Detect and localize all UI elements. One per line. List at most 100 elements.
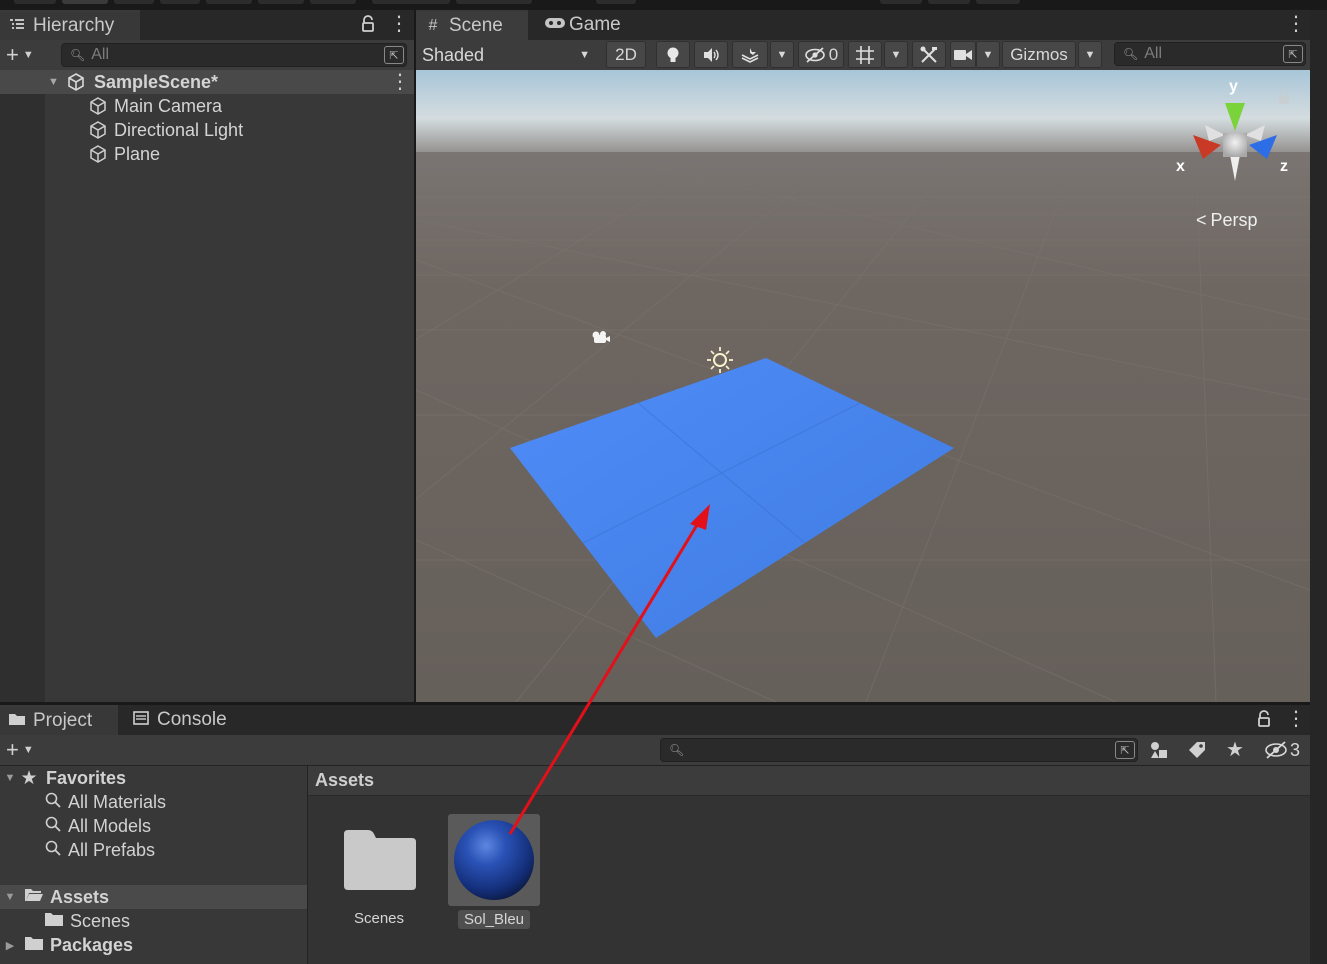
axis-z-label: z (1280, 158, 1288, 175)
hierarchy-scene-row[interactable]: ▼ SampleScene* ⋮ (0, 70, 414, 94)
editor-top-strip (0, 0, 1327, 10)
project-menu-icon[interactable]: ⋮ (1286, 709, 1306, 729)
gizmos-label: Gizmos (1010, 44, 1068, 64)
cube-icon (90, 97, 106, 115)
breadcrumb-assets[interactable]: Assets (315, 770, 374, 791)
assets-label: Assets (50, 886, 110, 907)
effects-toggle-button[interactable] (732, 41, 768, 68)
filter-by-label-icon[interactable] (1186, 739, 1210, 761)
hierarchy-item-main-camera[interactable]: Main Camera (0, 94, 414, 118)
lock-icon[interactable] (1256, 710, 1272, 728)
audio-toggle-button[interactable] (694, 41, 728, 68)
hierarchy-item-label: Plane (114, 143, 161, 164)
eye-slash-icon (804, 46, 825, 63)
assets-row[interactable]: ▼ Assets (0, 885, 307, 909)
expand-triangle-icon[interactable]: ▼ (2, 891, 18, 903)
tab-console[interactable]: Console (124, 705, 244, 735)
breadcrumb: Assets (308, 766, 1310, 796)
scene-search-input[interactable]: 🔍︎ All ⇱ (1114, 42, 1306, 66)
hidden-objects-toggle[interactable]: 0 (798, 41, 844, 68)
hidden-packages-toggle[interactable]: 3 (1264, 739, 1308, 761)
tab-scene[interactable]: # Scene (416, 10, 528, 40)
scene-viewport[interactable]: y x z < Persp (416, 70, 1310, 702)
scene-search-placeholder: All (1144, 45, 1163, 62)
hierarchy-tab-label: Hierarchy (33, 15, 115, 36)
hidden-count: 0 (828, 44, 839, 64)
favorites-item-all-prefabs[interactable]: All Prefabs (0, 838, 307, 862)
hierarchy-item-label: Directional Light (114, 119, 244, 140)
packages-row[interactable]: ▶ Packages (0, 933, 307, 957)
search-by-type-icon[interactable]: ⇱ (384, 46, 404, 64)
grid-toggle-button[interactable] (848, 41, 882, 68)
grid-dropdown-button[interactable]: ▼ (884, 41, 908, 68)
favorites-item-label: All Materials (68, 791, 167, 812)
hierarchy-list-icon (8, 17, 26, 35)
search-icon: 🔍︎ (70, 48, 86, 62)
projection-toggle[interactable]: < Persp (1196, 210, 1258, 231)
effects-dropdown-button[interactable]: ▼ (770, 41, 794, 68)
search-by-type-icon[interactable]: ⇱ (1283, 45, 1303, 63)
toggle-2d-label: 2D (615, 44, 637, 64)
camera-dropdown-button[interactable]: ▼ (976, 41, 1000, 68)
open-folder-icon (24, 887, 44, 908)
favorite-star-icon[interactable]: ★ (1226, 739, 1250, 761)
folder-icon (8, 712, 26, 730)
tab-hierarchy[interactable]: Hierarchy (0, 10, 140, 40)
chevron-down-icon: ▼ (22, 744, 34, 756)
hierarchy-search-input[interactable]: 🔍︎ All ⇱ (61, 43, 407, 67)
eye-slash-icon (1265, 741, 1287, 759)
collapse-triangle-icon[interactable]: ▶ (2, 939, 18, 952)
hierarchy-item-directional-light[interactable]: Directional Light (0, 118, 414, 142)
plus-icon: + (6, 42, 19, 67)
chevron-down-icon: ▼ (776, 48, 788, 61)
expand-triangle-icon[interactable]: ▼ (48, 76, 59, 88)
hierarchy-item-plane[interactable]: Plane (0, 142, 414, 166)
lock-icon[interactable] (360, 15, 376, 33)
lightbulb-icon (667, 47, 679, 62)
favorites-item-all-materials[interactable]: All Materials (0, 790, 307, 814)
tools-icon (920, 46, 937, 63)
right-edge-strip (1310, 10, 1327, 964)
scene-menu-icon[interactable]: ⋮ (390, 72, 410, 92)
create-button[interactable]: + ▼ (6, 42, 46, 67)
asset-item-scenes[interactable]: Scenes (338, 826, 420, 927)
star-icon: ★ (20, 767, 38, 789)
assets-child-scenes[interactable]: Scenes (0, 909, 307, 933)
axis-x-label: x (1176, 158, 1185, 175)
folder-label: Scenes (70, 910, 131, 931)
shading-mode-value: Shaded (422, 44, 485, 65)
projection-label: Persp (1210, 210, 1258, 230)
asset-item-sol-bleu[interactable]: Sol_Bleu (448, 814, 540, 932)
shading-mode-dropdown[interactable]: Shaded ▼ (416, 40, 596, 70)
search-icon (44, 792, 62, 812)
folder-icon (44, 911, 64, 932)
hierarchy-panel: Hierarchy ⋮ + ▼ 🔍︎ All ⇱ ▼ SampleScene* … (0, 10, 414, 702)
scene-menu-icon[interactable]: ⋮ (1286, 14, 1306, 34)
hierarchy-menu-icon[interactable]: ⋮ (389, 14, 409, 34)
asset-label: Scenes (353, 910, 405, 927)
chevron-down-icon: ▼ (890, 48, 902, 61)
expand-triangle-icon[interactable]: ▼ (2, 772, 18, 784)
search-by-type-icon[interactable]: ⇱ (1115, 741, 1135, 759)
plus-icon: + (6, 737, 19, 762)
project-create-button[interactable]: + ▼ (6, 737, 46, 762)
camera-settings-button[interactable] (950, 41, 976, 68)
project-toolbar: + ▼ 🔍︎ ⇱ ★ 3 (0, 735, 1310, 766)
toggle-2d-button[interactable]: 2D (606, 41, 646, 68)
gizmos-dropdown-button[interactable]: ▼ (1078, 41, 1102, 68)
tab-project[interactable]: Project (0, 705, 118, 735)
tools-toggle-button[interactable] (912, 41, 946, 68)
chevron-down-icon: ▼ (579, 49, 590, 61)
project-search-input[interactable]: 🔍︎ ⇱ (660, 738, 1138, 762)
tab-game[interactable]: Game (536, 10, 636, 40)
hierarchy-toolbar: + ▼ 🔍︎ All ⇱ (0, 40, 414, 71)
filter-by-type-icon[interactable] (1148, 739, 1172, 761)
favorites-row[interactable]: ▼ ★ Favorites (0, 766, 307, 790)
favorites-item-all-models[interactable]: All Models (0, 814, 307, 838)
game-tab-label: Game (569, 14, 621, 35)
gizmos-button[interactable]: Gizmos (1002, 41, 1076, 68)
lighting-toggle-button[interactable] (656, 41, 690, 68)
hierarchy-search-placeholder: All (91, 46, 110, 63)
folder-icon (344, 830, 416, 890)
cube-icon (90, 145, 106, 163)
